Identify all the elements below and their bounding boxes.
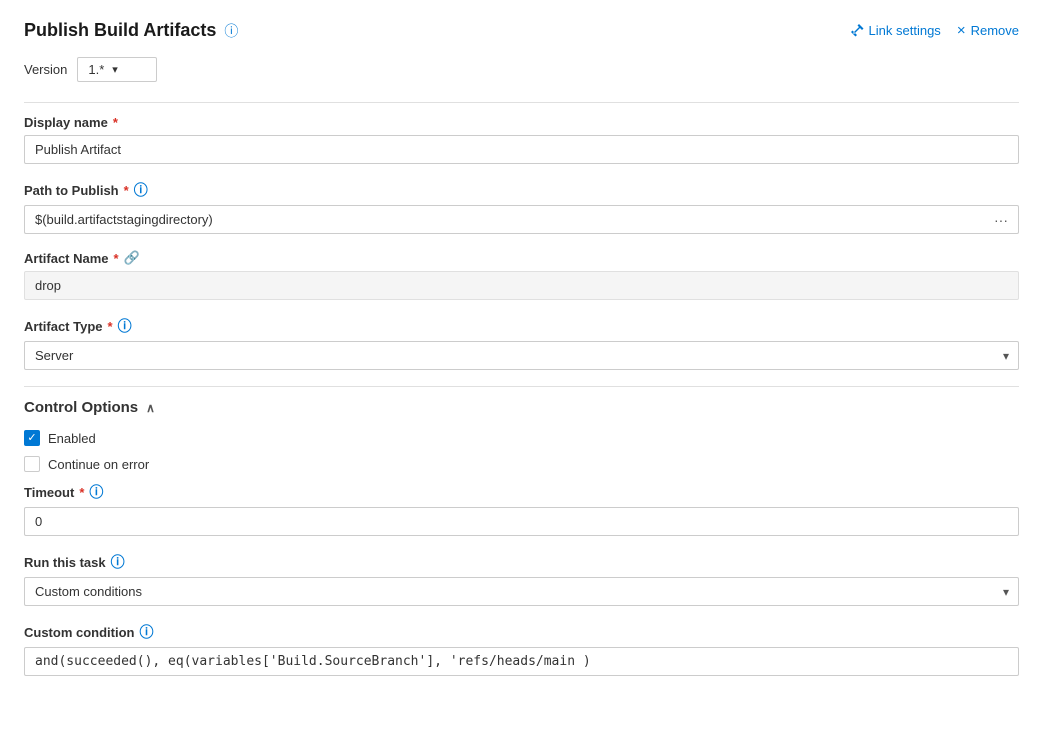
run-this-task-select-wrapper: Custom conditions Only when all previous… [24,577,1019,606]
timeout-group: Timeout * ⓘ [24,482,1019,536]
chevron-down-icon: ▾ [112,63,118,76]
version-label: Version [24,62,67,77]
version-select[interactable]: 1.* ▾ [77,57,157,82]
control-options-header: Control Options ∧ [24,399,1019,416]
link-settings-button[interactable]: Link settings [850,23,941,38]
header-left: Publish Build Artifacts ⓘ [24,20,238,41]
enabled-row: Enabled [24,430,1019,446]
close-icon: × [957,22,966,39]
remove-label: Remove [971,23,1019,38]
display-name-input[interactable] [24,135,1019,164]
continue-on-error-checkbox[interactable] [24,456,40,472]
artifact-type-info-icon[interactable]: ⓘ [118,316,132,336]
path-input-wrapper: ··· [24,205,1019,234]
title-info-icon[interactable]: ⓘ [224,21,238,41]
run-this-task-select[interactable]: Custom conditions Only when all previous… [24,577,1019,606]
path-info-icon[interactable]: ⓘ [134,180,148,200]
header-right: Link settings × Remove [850,22,1019,39]
path-to-publish-input[interactable] [24,205,984,234]
artifact-type-select[interactable]: Server Azure Pipelines/TFS [24,341,1019,370]
run-this-task-group: Run this task ⓘ Custom conditions Only w… [24,552,1019,606]
enabled-label: Enabled [48,431,96,446]
run-this-task-label-text: Run this task [24,555,106,570]
path-to-publish-group: Path to Publish * ⓘ ··· [24,180,1019,234]
remove-button[interactable]: × Remove [957,22,1019,39]
artifact-link-icon[interactable]: 🔗 [124,250,140,266]
control-options-chevron-icon[interactable]: ∧ [146,401,155,415]
required-star-5: * [79,485,84,500]
custom-condition-label-text: Custom condition [24,625,135,640]
artifact-name-label-text: Artifact Name [24,251,109,266]
continue-on-error-row: Continue on error [24,456,1019,472]
custom-condition-input[interactable] [24,647,1019,676]
required-star-3: * [114,251,119,266]
path-to-publish-label: Path to Publish * ⓘ [24,180,1019,200]
required-star-2: * [124,183,129,198]
path-to-publish-label-text: Path to Publish [24,183,119,198]
version-row: Version 1.* ▾ [24,57,1019,82]
artifact-name-label: Artifact Name * 🔗 [24,250,1019,266]
timeout-input[interactable] [24,507,1019,536]
artifact-type-group: Artifact Type * ⓘ Server Azure Pipelines… [24,316,1019,370]
continue-on-error-label: Continue on error [48,457,149,472]
artifact-type-select-wrapper: Server Azure Pipelines/TFS [24,341,1019,370]
page-header: Publish Build Artifacts ⓘ Link settings … [24,20,1019,41]
path-ellipsis-button[interactable]: ··· [984,205,1019,234]
enabled-checkbox[interactable] [24,430,40,446]
display-name-label-text: Display name [24,115,108,130]
custom-condition-info-icon[interactable]: ⓘ [140,622,154,642]
divider-1 [24,102,1019,103]
link-icon [850,24,864,38]
run-this-task-info-icon[interactable]: ⓘ [111,552,125,572]
divider-2 [24,386,1019,387]
display-name-group: Display name * [24,115,1019,164]
custom-condition-group: Custom condition ⓘ [24,622,1019,676]
artifact-name-group: Artifact Name * 🔗 [24,250,1019,300]
required-star: * [113,115,118,130]
required-star-4: * [108,319,113,334]
artifact-name-input[interactable] [24,271,1019,300]
run-this-task-label: Run this task ⓘ [24,552,1019,572]
page-title: Publish Build Artifacts [24,20,216,41]
artifact-type-label-text: Artifact Type [24,319,103,334]
control-options-title: Control Options [24,399,138,416]
timeout-label-text: Timeout [24,485,74,500]
timeout-label: Timeout * ⓘ [24,482,1019,502]
display-name-label: Display name * [24,115,1019,130]
custom-condition-label: Custom condition ⓘ [24,622,1019,642]
artifact-type-label: Artifact Type * ⓘ [24,316,1019,336]
version-value: 1.* [88,62,104,77]
timeout-info-icon[interactable]: ⓘ [89,482,103,502]
link-settings-label: Link settings [869,23,941,38]
